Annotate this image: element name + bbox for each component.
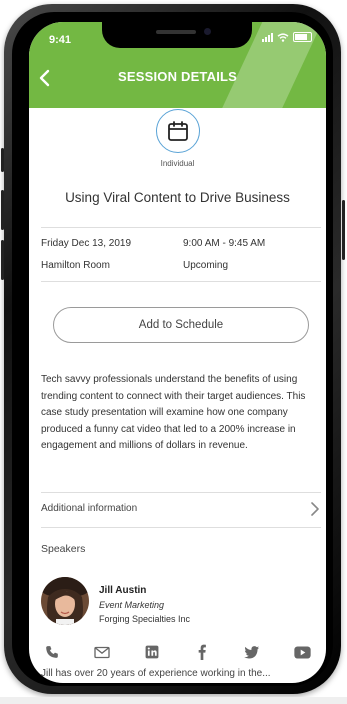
facebook-icon[interactable]	[191, 641, 213, 663]
battery-icon	[293, 32, 312, 42]
phone-notch	[102, 22, 252, 48]
additional-information-row[interactable]: Additional information	[41, 503, 137, 514]
youtube-icon[interactable]	[291, 641, 313, 663]
session-type-badge	[156, 109, 200, 153]
session-title: Using Viral Content to Drive Business	[65, 190, 290, 205]
phone-volume-up	[1, 190, 4, 230]
speaker-company: Forging Specialties Inc	[99, 614, 191, 624]
earpiece	[156, 30, 196, 34]
divider	[41, 281, 321, 282]
session-type-label: Individual	[160, 159, 195, 168]
app-screen: 9:41 SESSION DETAILS Individual Using Vi…	[29, 22, 326, 683]
session-status: Upcoming	[183, 260, 229, 271]
twitter-icon[interactable]	[241, 641, 263, 663]
phone-icon[interactable]	[41, 641, 63, 663]
session-time: 9:00 AM - 9:45 AM	[183, 238, 266, 249]
phone-mute-switch	[1, 148, 4, 172]
signal-icon	[262, 33, 273, 42]
divider	[41, 492, 321, 493]
divider	[41, 527, 321, 528]
divider	[41, 227, 321, 228]
speaker-bio: Jill has over 20 years of experience wor…	[41, 668, 271, 679]
session-date: Friday Dec 13, 2019	[41, 238, 132, 249]
status-icons	[262, 32, 312, 42]
wifi-icon	[277, 33, 289, 42]
speaker-avatar[interactable]	[41, 577, 89, 625]
linkedin-icon[interactable]	[141, 641, 163, 663]
chevron-right-icon[interactable]	[309, 501, 321, 517]
mail-icon[interactable]	[91, 641, 113, 663]
front-camera	[204, 28, 211, 35]
phone-power-button	[342, 200, 345, 260]
session-description: Tech savvy professionals understand the …	[41, 374, 306, 451]
bottom-strip	[0, 697, 347, 704]
speaker-photo	[41, 577, 89, 625]
speaker-name[interactable]: Jill Austin	[99, 585, 146, 596]
calendar-icon	[168, 121, 188, 141]
page-title: SESSION DETAILS	[117, 69, 238, 84]
add-to-schedule-button[interactable]: Add to Schedule	[53, 307, 309, 343]
status-time: 9:41	[49, 34, 72, 46]
phone-volume-down	[1, 240, 4, 280]
session-location: Hamilton Room	[41, 260, 110, 271]
speaker-role: Event Marketing	[99, 600, 165, 610]
speaker-contact-icons	[41, 640, 313, 664]
speakers-heading: Speakers	[41, 543, 86, 555]
